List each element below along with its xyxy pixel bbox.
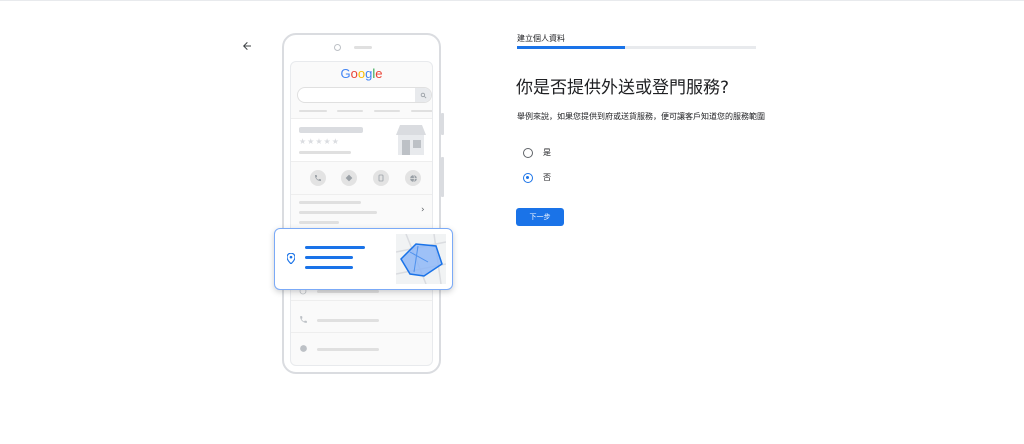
- phone-icon: [310, 170, 326, 186]
- logo-letter: G: [340, 66, 351, 81]
- google-logo: Google: [291, 66, 432, 81]
- placeholder-line: [305, 256, 353, 259]
- service-area-card-illustration: [274, 228, 453, 290]
- phone-icon: [300, 316, 307, 323]
- page-title: 你是否提供外送或登門服務?: [516, 78, 730, 98]
- placeholder-line: [411, 110, 432, 112]
- search-box-illustration: [297, 87, 432, 103]
- placeholder-line: [374, 110, 400, 112]
- logo-letter: e: [375, 66, 383, 81]
- rating-stars-icon: ★★★★★: [299, 137, 340, 146]
- radio-label-no: 否: [543, 173, 551, 182]
- radio-option-yes[interactable]: 是: [523, 147, 551, 158]
- back-button[interactable]: [237, 36, 257, 56]
- arrow-back-icon: [243, 42, 251, 50]
- progress-bar: [517, 46, 756, 49]
- search-icon: [420, 92, 426, 98]
- storefront-icon: [396, 125, 426, 155]
- camera-dot: [334, 44, 341, 51]
- placeholder-line: [305, 266, 353, 269]
- placeholder-line: [299, 110, 327, 112]
- radio-option-no[interactable]: 否: [523, 172, 551, 183]
- step-label: 建立個人資料: [517, 34, 565, 43]
- chevron-right-icon: ›: [421, 205, 425, 215]
- radio-label-yes: 是: [543, 148, 551, 157]
- next-button[interactable]: 下一步: [516, 208, 564, 226]
- description-text: 舉例來說，如果您提供到府或送貨服務，便可讓客戶知道您的服務範圍: [517, 112, 765, 121]
- globe-icon: [300, 345, 307, 352]
- phone-illustration: Google ★★★★★ ›: [282, 33, 444, 374]
- business-header-illustration: ★★★★★: [291, 118, 432, 162]
- logo-letter: o: [350, 66, 358, 81]
- placeholder-line: [305, 246, 365, 249]
- side-button: [441, 157, 444, 197]
- directions-icon: [341, 170, 357, 186]
- progress-fill: [517, 46, 625, 49]
- side-button: [441, 113, 444, 135]
- speaker-slot: [354, 46, 372, 49]
- top-divider: [0, 0, 1024, 1]
- map-area-illustration: [396, 234, 446, 284]
- placeholder-line: [337, 110, 363, 112]
- globe-icon: [405, 170, 421, 186]
- phone-screen: Google ★★★★★ ›: [290, 61, 433, 366]
- save-icon: [373, 170, 389, 186]
- radio-button[interactable]: [523, 147, 533, 158]
- location-pin-icon: [287, 253, 295, 264]
- radio-button[interactable]: [523, 172, 533, 183]
